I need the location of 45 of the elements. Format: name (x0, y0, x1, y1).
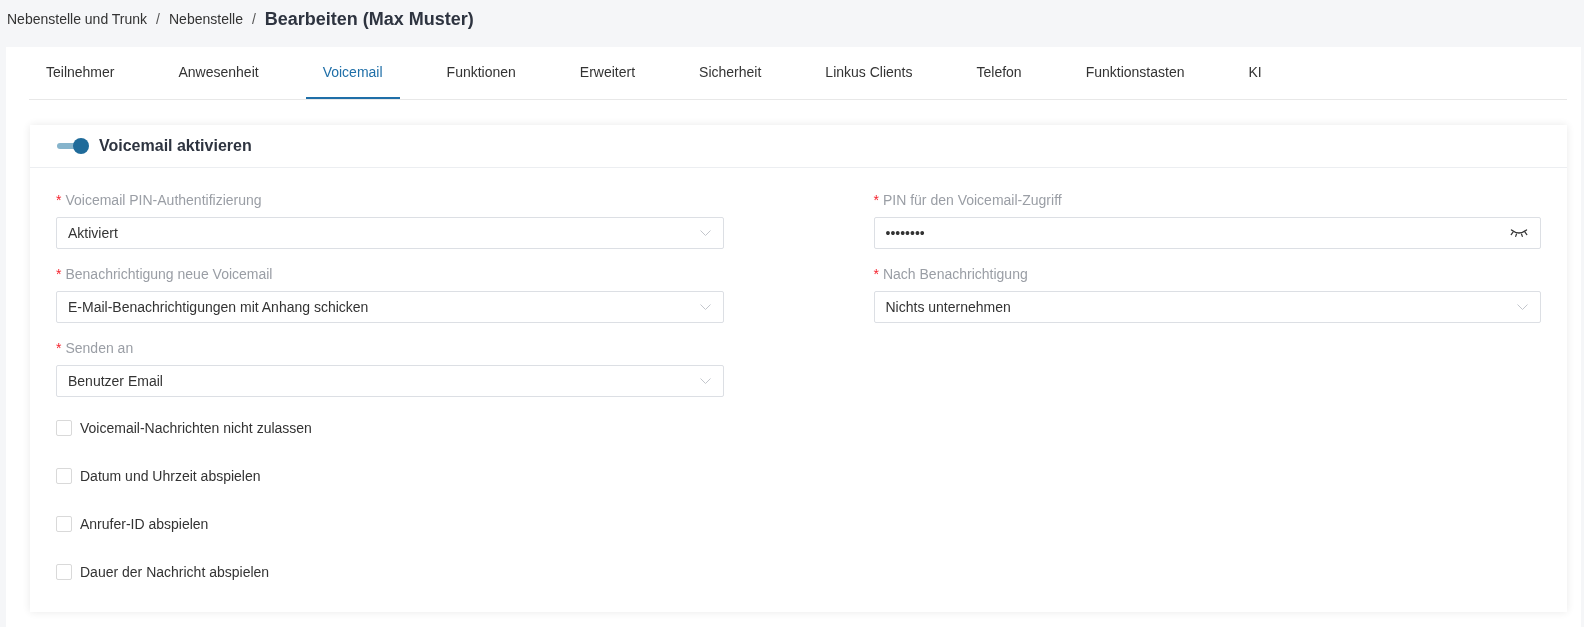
checkbox[interactable] (56, 516, 72, 532)
section-title: Voicemail aktivieren (99, 136, 252, 156)
field-label: Voicemail PIN-Authentifizierung (65, 191, 262, 210)
required-mark: * (873, 265, 879, 284)
checkbox-label[interactable]: Datum und Uhrzeit abspielen (80, 465, 261, 487)
chevron-down-icon (699, 378, 711, 384)
breadcrumb-link[interactable]: Nebenstelle und Trunk (7, 8, 148, 30)
dropdown-field[interactable]: Aktiviert (56, 217, 724, 249)
tab[interactable]: Telefon (959, 47, 1039, 99)
chevron-down-icon (699, 304, 711, 310)
eye-closed-icon[interactable] (1510, 229, 1528, 237)
checkbox-label[interactable]: Voicemail-Nachrichten nicht zulassen (80, 417, 312, 439)
required-mark: * (873, 191, 879, 210)
dropdown-field[interactable]: Nichts unternehmen (873, 291, 1541, 323)
breadcrumb-separator: / (156, 10, 160, 29)
field-label: Nach Benachrichtigung (882, 265, 1028, 284)
tab[interactable]: Funktionstasten (1068, 47, 1202, 99)
tab[interactable]: Anwesenheit (161, 47, 276, 99)
field-label: Benachrichtigung neue Voicemail (65, 265, 273, 284)
dropdown-field[interactable]: E-Mail-Benachrichtigungen mit Anhang schicken (56, 291, 724, 323)
checkbox[interactable] (56, 420, 72, 436)
tab[interactable]: KI (1231, 47, 1279, 99)
chevron-down-icon (699, 230, 711, 236)
checkbox[interactable] (56, 468, 72, 484)
toggle-switch[interactable] (57, 138, 89, 154)
tab[interactable]: Erweitert (562, 47, 653, 99)
breadcrumb-separator: / (251, 10, 256, 29)
chevron-down-icon (1517, 304, 1528, 310)
breadcrumb-link[interactable]: Nebenstelle (169, 8, 243, 30)
tab[interactable]: Voicemail (305, 47, 400, 99)
tab[interactable]: Funktionen (429, 47, 533, 99)
required-mark: * (56, 339, 62, 358)
dropdown-field[interactable]: Benutzer Email (56, 365, 724, 397)
page-title: Bearbeiten (Max Muster) (264, 8, 474, 30)
required-mark: * (56, 265, 62, 284)
checkbox-label[interactable]: Anrufer-ID abspielen (80, 513, 209, 535)
password-field[interactable]: •••••••• (873, 217, 1541, 249)
tab[interactable]: Sicherheit (682, 47, 779, 99)
tab[interactable]: Linkus Clients (808, 47, 930, 99)
required-mark: * (56, 191, 62, 210)
checkbox[interactable] (56, 564, 72, 580)
field-label: Senden an (65, 339, 134, 358)
field-label: PIN für den Voicemail-Zugriff (882, 191, 1062, 210)
checkbox-label[interactable]: Dauer der Nachricht abspielen (80, 561, 270, 583)
tab[interactable]: Teilnehmer (29, 47, 132, 99)
